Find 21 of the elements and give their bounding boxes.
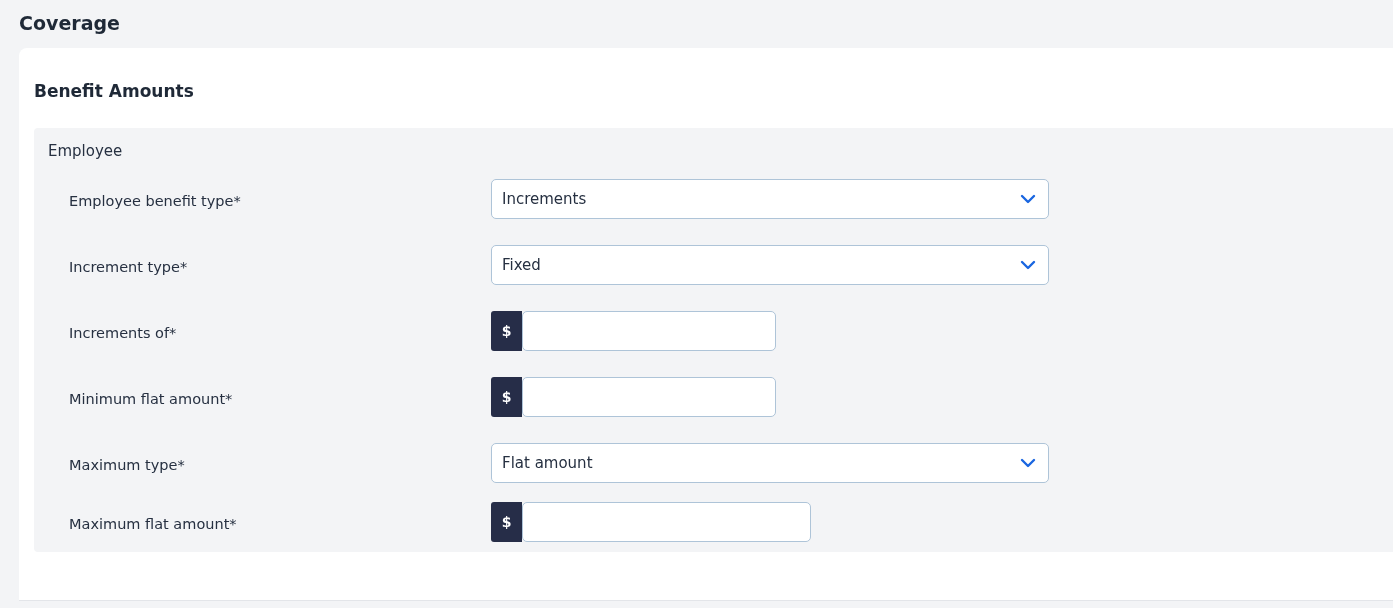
page-title: Coverage — [19, 11, 121, 36]
section-heading: Benefit Amounts — [34, 80, 195, 103]
chevron-down-icon — [1020, 194, 1036, 204]
amount-input[interactable] — [522, 311, 776, 351]
field-label: Employee benefit type* — [69, 192, 242, 209]
field-label: Maximum flat amount* — [69, 515, 238, 532]
dropdown[interactable]: Flat amount — [491, 443, 1049, 483]
field-label: Increment type* — [69, 258, 189, 275]
currency-prefix: $ — [491, 311, 522, 351]
chevron-down-icon — [1020, 260, 1036, 270]
amount-input[interactable] — [522, 502, 811, 542]
dropdown[interactable]: Fixed — [491, 245, 1049, 285]
field-label: Increments of* — [69, 324, 178, 341]
chevron-down-icon — [1020, 458, 1036, 468]
currency-prefix: $ — [491, 377, 522, 417]
currency-prefix: $ — [491, 502, 522, 542]
dropdown[interactable]: Increments — [491, 179, 1049, 219]
field-label: Maximum type* — [69, 456, 186, 473]
subsection-label: Employee — [48, 141, 124, 162]
field-label: Minimum flat amount* — [69, 390, 234, 407]
amount-input[interactable] — [522, 377, 776, 417]
